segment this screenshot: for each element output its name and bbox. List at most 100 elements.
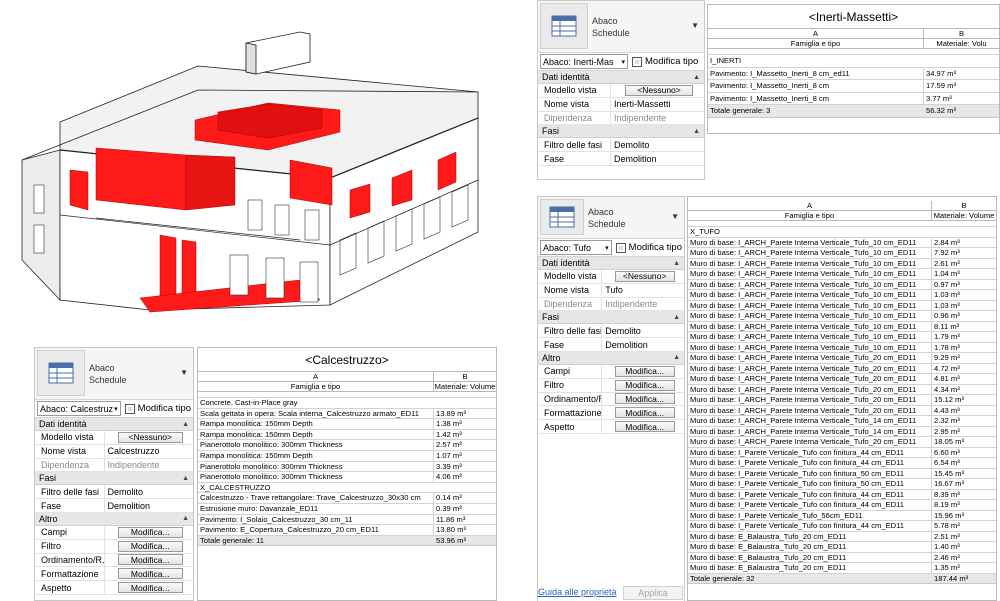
type-selector-header[interactable]: Abaco Schedule ▼: [538, 1, 704, 53]
table-row[interactable]: Muro di base: I_ARCH_Parete Interna Vert…: [688, 258, 996, 269]
instance-selector[interactable]: Abaco: Calcestruz ▾: [37, 401, 121, 416]
property-value[interactable]: Demolito: [602, 324, 684, 337]
apply-button[interactable]: Applica: [623, 586, 683, 600]
table-row[interactable]: Muro di base: I_Parete Verticale_Tufo co…: [688, 479, 996, 490]
type-selector-header[interactable]: Abaco Schedule ▼: [538, 197, 684, 239]
table-row[interactable]: Muro di base: I_Parete Verticale_Tufo co…: [688, 468, 996, 479]
collapse-icon[interactable]: ▲: [182, 475, 189, 482]
table-row[interactable]: Muro di base: I_ARCH_Parete Interna Vert…: [688, 437, 996, 448]
section-header[interactable]: Fasi ▲: [538, 125, 704, 139]
table-row[interactable]: Muro di base: E_Balaustra_Tufo_20 cm_ED1…: [688, 542, 996, 553]
table-row[interactable]: Muro di base: I_ARCH_Parete Interna Vert…: [688, 248, 996, 259]
collapse-icon[interactable]: ▲: [182, 421, 189, 428]
property-edit-button[interactable]: Modifica...: [117, 582, 183, 594]
section-header[interactable]: Altro ▲: [538, 351, 684, 365]
collapse-icon[interactable]: ▲: [182, 515, 189, 522]
property-value[interactable]: Demolito: [611, 138, 704, 151]
section-header[interactable]: Altro ▲: [35, 512, 193, 526]
table-row[interactable]: Muro di base: I_ARCH_Parete Interna Vert…: [688, 405, 996, 416]
table-row[interactable]: Muro di base: I_Parete Verticale_Tufo co…: [688, 489, 996, 500]
table-row[interactable]: Muro di base: I_ARCH_Parete Interna Vert…: [688, 279, 996, 290]
column-header-volume[interactable]: Materiale: Volu: [924, 39, 999, 48]
column-header-volume[interactable]: Materiale: Volume: [434, 382, 496, 391]
table-row[interactable]: Pianerottolo monolitico: 300mm Thickness…: [198, 461, 496, 473]
property-value[interactable]: Tufo: [602, 284, 684, 297]
property-value[interactable]: Demolition: [611, 152, 704, 165]
property-value[interactable]: Demolito: [105, 485, 193, 498]
table-row[interactable]: Muro di base: I_ARCH_Parete Interna Vert…: [688, 416, 996, 427]
table-row[interactable]: Muro di base: I_ARCH_Parete Interna Vert…: [688, 311, 996, 322]
table-row[interactable]: Muro di base: I_ARCH_Parete Interna Vert…: [688, 395, 996, 406]
property-edit-button[interactable]: Modifica...: [614, 365, 675, 377]
column-header-family-type[interactable]: Famiglia e tipo: [688, 211, 932, 220]
column-letter-a[interactable]: A: [708, 29, 924, 38]
property-edit-button[interactable]: <Nessuno>: [614, 270, 675, 282]
property-edit-button[interactable]: <Nessuno>: [117, 431, 183, 443]
column-header-volume[interactable]: Materiale: Volume: [932, 211, 996, 220]
table-row[interactable]: Pavimento: I_Massetto_Inerti_8 cm_ed11 34…: [708, 67, 999, 81]
instance-selector[interactable]: Abaco: Inerti-Mas ▾: [540, 54, 628, 69]
model-view[interactable]: [0, 0, 535, 340]
property-value[interactable]: Demolition: [105, 499, 193, 512]
collapse-icon[interactable]: ▲: [673, 260, 680, 267]
column-letter-b[interactable]: B: [924, 29, 999, 38]
table-row[interactable]: Muro di base: I_ARCH_Parete Interna Vert…: [688, 374, 996, 385]
table-row[interactable]: Muro di base: E_Balaustra_Tufo_20 cm_ED1…: [688, 531, 996, 542]
table-row[interactable]: Muro di base: I_Parete Verticale_Tufo co…: [688, 521, 996, 532]
table-row[interactable]: Muro di base: I_ARCH_Parete Interna Vert…: [688, 363, 996, 374]
dropdown-caret-icon[interactable]: ▼: [691, 21, 699, 30]
edit-type-button[interactable]: Modifica tipo: [632, 56, 698, 67]
table-row[interactable]: Muro di base: I_ARCH_Parete Interna Vert…: [688, 290, 996, 301]
section-header[interactable]: Dati identità ▲: [538, 71, 704, 84]
property-edit-button[interactable]: Modifica...: [614, 393, 675, 405]
table-row[interactable]: Muro di base: I_ARCH_Parete Interna Vert…: [688, 269, 996, 280]
table-row[interactable]: Muro di base: I_ARCH_Parete Interna Vert…: [688, 237, 996, 248]
collapse-icon[interactable]: ▲: [673, 314, 680, 321]
table-row[interactable]: Muro di base: I_ARCH_Parete Interna Vert…: [688, 384, 996, 395]
property-edit-button[interactable]: Modifica...: [117, 554, 183, 566]
property-edit-button[interactable]: Modifica...: [614, 421, 675, 433]
table-row[interactable]: Calcestruzzo - Trave rettangolare: Trave…: [198, 493, 496, 504]
column-header-family-type[interactable]: Famiglia e tipo: [708, 39, 924, 48]
section-header[interactable]: Fasi ▲: [538, 311, 684, 325]
table-row[interactable]: Muro di base: I_ARCH_Parete Interna Vert…: [688, 342, 996, 353]
table-row[interactable]: Muro di base: I_Parete Verticale_Tufo_56…: [688, 510, 996, 521]
section-header[interactable]: Dati identità ▲: [538, 257, 684, 270]
properties-help-link[interactable]: Guida alle proprietà: [538, 587, 617, 597]
property-edit-button[interactable]: Modifica...: [117, 526, 183, 538]
section-header[interactable]: Dati identità ▲: [35, 418, 193, 431]
table-row[interactable]: Muro di base: I_Parete Verticale_Tufo co…: [688, 500, 996, 511]
table-row[interactable]: Rampa monolitica: 150mm Depth 1.38 m³: [198, 419, 496, 430]
property-edit-button[interactable]: Modifica...: [117, 568, 183, 580]
column-letter-a[interactable]: A: [198, 372, 434, 381]
table-row[interactable]: Muro di base: I_ARCH_Parete Interna Vert…: [688, 332, 996, 343]
edit-type-button[interactable]: Modifica tipo: [124, 403, 191, 414]
collapse-icon[interactable]: ▲: [693, 128, 700, 135]
table-row[interactable]: Pianerottolo monolitico: 300mm Thickness…: [198, 472, 496, 483]
table-row[interactable]: Scala gettata in opera: Scala interna_Ca…: [198, 408, 496, 420]
table-row[interactable]: Pavimento: I_Solaio_Calcestruzzo_30 cm_1…: [198, 514, 496, 526]
column-letter-a[interactable]: A: [688, 201, 932, 210]
table-row[interactable]: Rampa monolitica: 150mm Depth 1.07 m³: [198, 450, 496, 462]
table-row[interactable]: Estrusione muro: Davanzale_ED11 0.39 m³: [198, 503, 496, 515]
section-header[interactable]: Fasi ▲: [35, 472, 193, 486]
collapse-icon[interactable]: ▲: [673, 354, 680, 361]
table-row[interactable]: Muro di base: I_ARCH_Parete Interna Vert…: [688, 321, 996, 332]
type-selector-header[interactable]: Abaco Schedule ▼: [35, 348, 193, 400]
collapse-icon[interactable]: ▲: [693, 74, 700, 81]
table-row[interactable]: Pavimento: I_Massetto_Inerti_8 cm 3.77 m³: [708, 92, 999, 106]
column-letter-b[interactable]: B: [932, 201, 996, 210]
column-letter-b[interactable]: B: [434, 372, 496, 381]
dropdown-caret-icon[interactable]: ▼: [180, 368, 188, 377]
dropdown-caret-icon[interactable]: ▼: [671, 212, 679, 221]
property-edit-button[interactable]: Modifica...: [614, 379, 675, 391]
table-row[interactable]: Muro di base: I_ARCH_Parete Interna Vert…: [688, 353, 996, 364]
property-edit-button[interactable]: <Nessuno>: [624, 84, 694, 96]
instance-selector[interactable]: Abaco: Tufo ▾: [540, 240, 612, 255]
table-row[interactable]: Rampa monolitica: 150mm Depth 1.42 m³: [198, 429, 496, 441]
column-header-family-type[interactable]: Famiglia e tipo: [198, 382, 434, 391]
table-row[interactable]: Muro di base: I_Parete Verticale_Tufo co…: [688, 447, 996, 458]
property-value[interactable]: Demolition: [602, 338, 684, 351]
table-row[interactable]: Muro di base: E_Balaustra_Tufo_20 cm_ED1…: [688, 552, 996, 563]
table-row[interactable]: Pianerottolo monolitico: 300mm Thickness…: [198, 440, 496, 451]
